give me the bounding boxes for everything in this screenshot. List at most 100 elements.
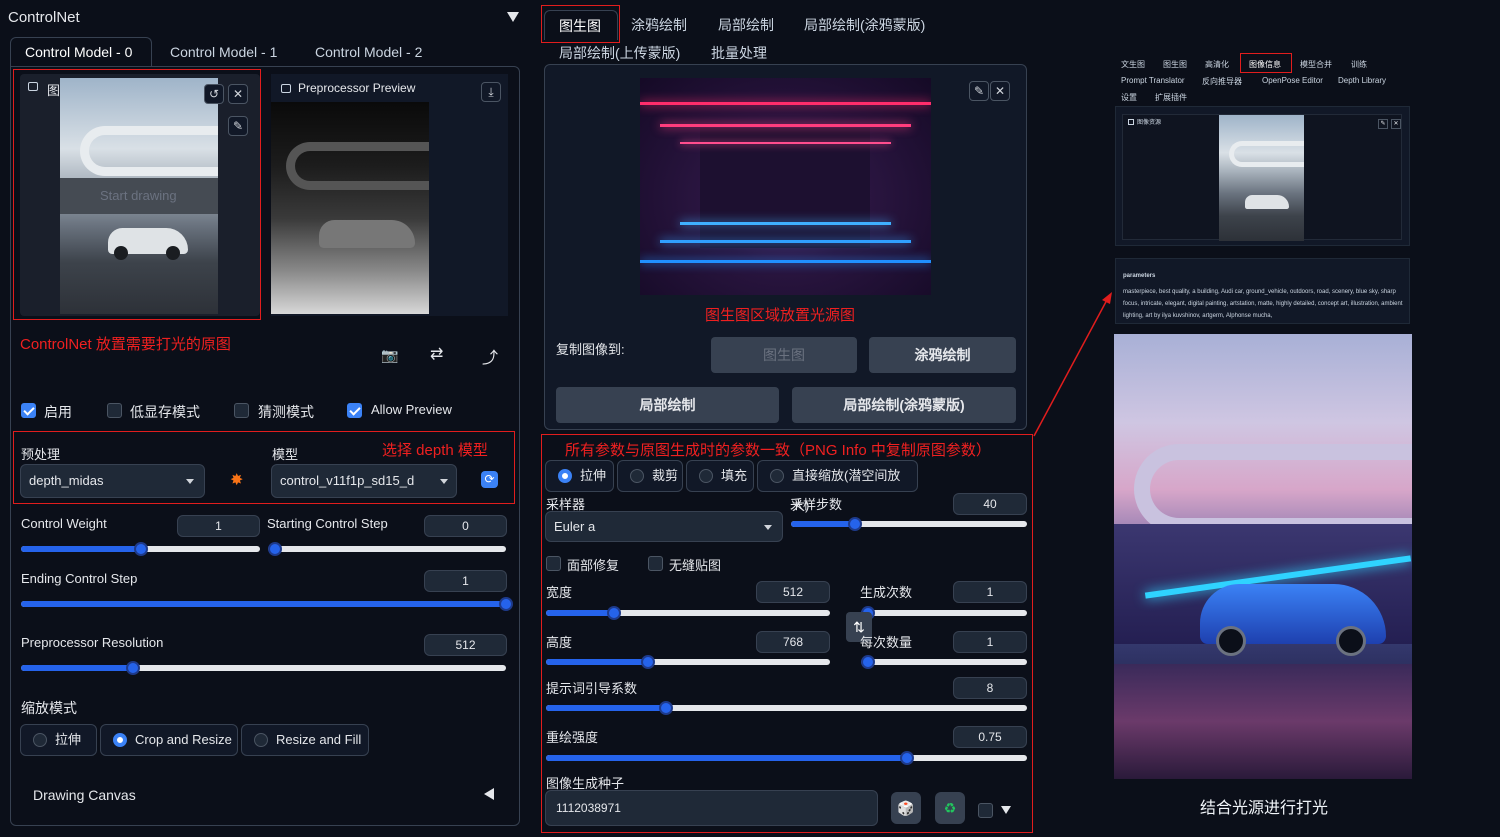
allow-preview-label: Allow Preview <box>371 402 452 417</box>
model-select[interactable]: control_v11f1p_sd15_d <box>271 464 457 498</box>
resize-mode-crop[interactable]: Crop and Resize <box>100 724 238 756</box>
cfg-slider[interactable] <box>546 701 1027 715</box>
ending-step-value[interactable]: 1 <box>424 570 507 592</box>
preproc-res-value[interactable]: 512 <box>424 634 507 656</box>
width-slider[interactable] <box>546 606 830 620</box>
height-value[interactable]: 768 <box>756 631 830 653</box>
tab-control-model-2[interactable]: Control Model - 2 <box>315 44 422 60</box>
preproc-res-slider[interactable] <box>21 661 506 675</box>
params-title: parameters <box>1123 273 1156 279</box>
tab-openpose[interactable]: OpenPose Editor <box>1262 76 1323 85</box>
camera-icon[interactable]: 📷 <box>381 347 398 364</box>
resize-mode-stretch[interactable]: 拉伸 <box>20 724 97 756</box>
tab-inpaint[interactable]: 局部绘制 <box>718 15 774 35</box>
steps-slider[interactable] <box>791 517 1027 531</box>
copy-to-inpaint-button[interactable]: 局部绘制 <box>556 387 779 423</box>
batch-size-slider[interactable] <box>861 655 1027 669</box>
batch-count-slider[interactable] <box>861 606 1027 620</box>
send-up-icon[interactable]: ⤴ <box>482 344 498 368</box>
tab-inpaint-sketch[interactable]: 局部绘制(涂鸦蒙版) <box>804 15 925 35</box>
tab-extensions[interactable]: 扩展插件 <box>1155 92 1187 103</box>
tab-prompt-translator[interactable]: Prompt Translator <box>1121 76 1185 85</box>
tab-sketch[interactable]: 涂鸦绘制 <box>631 15 687 35</box>
image-upload-area[interactable]: 图像 Start drawing ↺ ✕ ✎ <box>20 74 260 316</box>
copy-to-sketch-button[interactable]: 涂鸦绘制 <box>869 337 1016 373</box>
radio-label: 填充 <box>721 468 748 483</box>
enable-checkbox[interactable] <box>21 403 36 418</box>
lowvram-label: 低显存模式 <box>130 404 200 420</box>
tab-merge[interactable]: 模型合并 <box>1300 59 1332 70</box>
params-text: masterpiece, best quality, a building, A… <box>1123 289 1403 319</box>
resize-mode-fill[interactable]: Resize and Fill <box>241 724 369 756</box>
reset-icon[interactable]: ↺ <box>204 84 224 104</box>
tab-img2img[interactable]: 图生图 <box>544 10 618 40</box>
random-seed-icon[interactable]: 🎲 <box>891 792 921 824</box>
tab-depth-library[interactable]: Depth Library <box>1338 76 1386 85</box>
seed-input[interactable]: 1112038971 <box>545 790 878 826</box>
tab-img2img[interactable]: 图生图 <box>1163 59 1187 70</box>
control-weight-value[interactable]: 1 <box>177 515 260 537</box>
preview-label: Preprocessor Preview <box>298 81 416 95</box>
preprocessor-preview: Preprocessor Preview ⤓ <box>271 74 508 316</box>
start-drawing-watermark: Start drawing <box>100 188 177 203</box>
reuse-seed-icon[interactable]: ♻ <box>935 792 965 824</box>
denoise-value[interactable]: 0.75 <box>953 726 1027 748</box>
tiling-checkbox[interactable] <box>648 556 663 571</box>
controlnet-panel: ControlNet Control Model - 0 Control Mod… <box>0 0 520 837</box>
resize-latent[interactable]: 直接缩放(潜空间放大) <box>757 460 918 513</box>
cfg-value[interactable]: 8 <box>953 677 1027 699</box>
preprocessor-label: 预处理 <box>21 447 61 462</box>
extra-seed-toggle-icon[interactable] <box>1001 806 1011 814</box>
radio-label: Resize and Fill <box>276 732 362 747</box>
starting-step-slider[interactable] <box>268 542 506 556</box>
guess-mode-checkbox[interactable] <box>234 403 249 418</box>
close-icon[interactable]: ✕ <box>990 81 1010 101</box>
batch-size-value[interactable]: 1 <box>953 631 1027 653</box>
extra-seed-checkbox[interactable] <box>978 803 993 818</box>
drawing-canvas-label[interactable]: Drawing Canvas <box>33 787 136 803</box>
copy-to-inpaint-sketch-button[interactable]: 局部绘制(涂鸦蒙版) <box>792 387 1016 423</box>
edit-icon[interactable]: ✎ <box>969 81 989 101</box>
tab-batch[interactable]: 批量处理 <box>711 43 767 63</box>
tab-train[interactable]: 训练 <box>1351 59 1367 70</box>
sampler-select[interactable]: Euler a <box>545 511 783 542</box>
close-icon[interactable]: ✕ <box>228 84 248 104</box>
preprocessor-select[interactable]: depth_midas <box>20 464 205 498</box>
allow-preview-checkbox[interactable] <box>347 403 362 418</box>
batch-size-label: 每次数量 <box>860 635 913 650</box>
ending-step-slider[interactable] <box>21 597 513 611</box>
refresh-models-icon[interactable]: ⟳ <box>481 471 498 488</box>
swap-icon[interactable]: ⇄ <box>430 344 443 364</box>
tab-upscale[interactable]: 高清化 <box>1205 59 1229 70</box>
tab-control-model-1[interactable]: Control Model - 1 <box>170 44 277 60</box>
annotation-arrow <box>1033 292 1112 437</box>
face-restore-checkbox[interactable] <box>546 556 561 571</box>
starting-step-value[interactable]: 0 <box>424 515 507 537</box>
tab-png-info[interactable]: 图像信息 <box>1249 59 1281 70</box>
tab-txt2img[interactable]: 文生图 <box>1121 59 1145 70</box>
copy-to-img2img-button[interactable]: 图生图 <box>711 337 857 373</box>
resize-crop[interactable]: 裁剪 <box>617 460 683 492</box>
collapse-icon[interactable] <box>507 12 519 22</box>
edit-icon[interactable]: ✎ <box>1378 119 1388 129</box>
close-icon[interactable]: ✕ <box>1391 119 1401 129</box>
height-slider[interactable] <box>546 655 830 669</box>
resize-fill[interactable]: 填充 <box>686 460 754 492</box>
brush-icon[interactable]: ✎ <box>228 116 248 136</box>
batch-count-value[interactable]: 1 <box>953 581 1027 603</box>
light-source-image[interactable] <box>640 78 931 295</box>
tab-interrogator[interactable]: 反向推导器 <box>1202 76 1242 87</box>
steps-value[interactable]: 40 <box>953 493 1027 515</box>
source-image-box[interactable]: 图像资源 ✎ ✕ <box>1115 106 1410 246</box>
denoise-slider[interactable] <box>546 751 1027 765</box>
resize-stretch[interactable]: 拉伸 <box>545 460 614 492</box>
tab-inpaint-upload[interactable]: 局部绘制(上传蒙版) <box>559 43 680 63</box>
lowvram-checkbox[interactable] <box>107 403 122 418</box>
run-preprocessor-icon[interactable]: ✸ <box>230 470 243 490</box>
control-weight-slider[interactable] <box>21 542 260 556</box>
tab-control-model-0[interactable]: Control Model - 0 <box>10 37 152 67</box>
download-icon[interactable]: ⤓ <box>481 82 501 102</box>
tab-settings[interactable]: 设置 <box>1121 92 1137 103</box>
expand-icon[interactable] <box>484 788 494 800</box>
width-value[interactable]: 512 <box>756 581 830 603</box>
